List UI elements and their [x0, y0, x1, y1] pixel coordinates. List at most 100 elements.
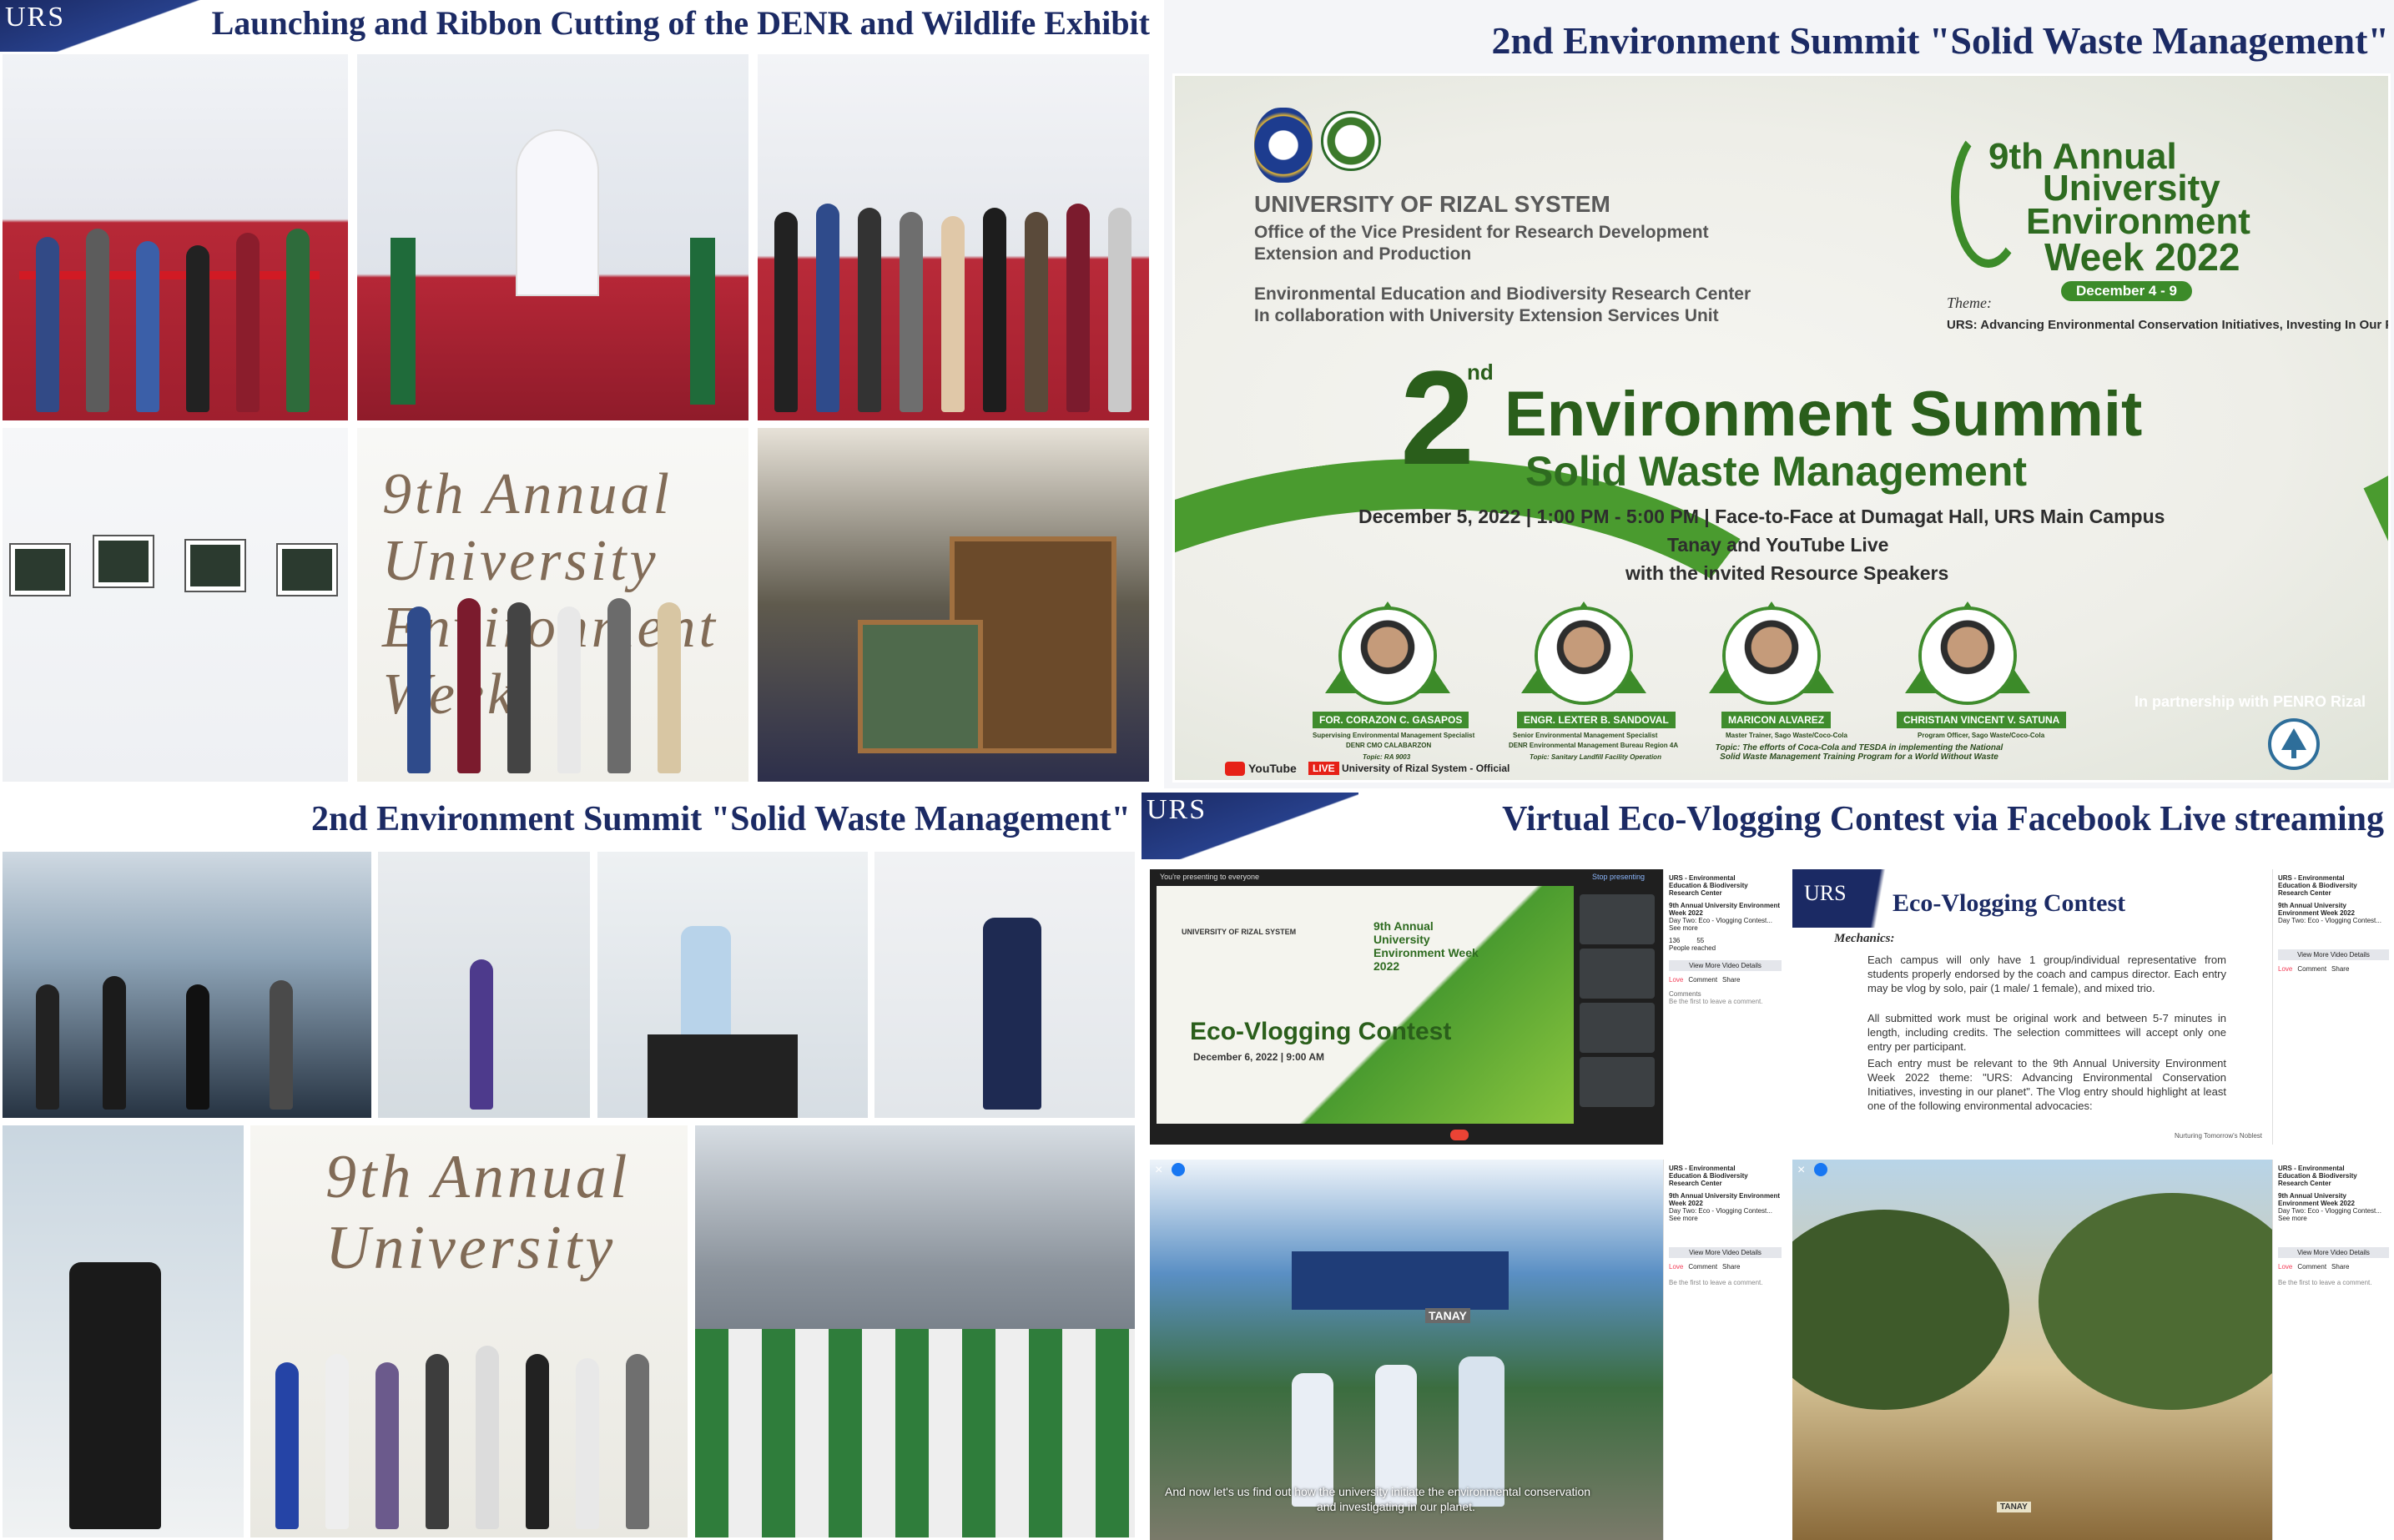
participant-tile[interactable]	[1580, 894, 1655, 944]
urs-logo-text: URS	[5, 2, 66, 33]
fb-see-more[interactable]: See more	[2278, 1215, 2389, 1222]
fb-page-name[interactable]: URS - Environmental Education & Biodiver…	[1669, 1165, 1761, 1187]
person-figure	[286, 229, 310, 412]
person-figure	[86, 229, 109, 412]
person-figure	[186, 245, 209, 412]
fb-share-button[interactable]: Share	[2331, 1263, 2349, 1271]
fb-post-sub: Day Two: Eco - Vlogging Contest...	[1669, 1207, 1772, 1215]
person-figure	[69, 1262, 161, 1529]
fb-share-button[interactable]: Share	[2331, 965, 2349, 973]
slide-brand: URS	[1804, 881, 1847, 905]
photo-audience-hall	[693, 1123, 1137, 1540]
speaker-name: MARICON ALVAREZ	[1721, 712, 1832, 728]
fb-stats: 136 55	[1669, 937, 1782, 944]
office-line-2: Extension and Production	[1254, 244, 1472, 264]
photo-speaker-mic	[872, 849, 1137, 1120]
fb-comment-button[interactable]: Comment	[2297, 965, 2326, 973]
fb-share-button[interactable]: Share	[1722, 976, 1740, 984]
fb-share-button[interactable]: Share	[1722, 1263, 1740, 1271]
fb-panel-4: URS - Environmental Education & Biodiver…	[2272, 1160, 2394, 1540]
participant-tile[interactable]	[1580, 1003, 1655, 1053]
person-figure	[426, 1354, 449, 1529]
fb-view-more-button[interactable]: View More Video Details	[1669, 1247, 1782, 1258]
photo-annual-backdrop: 9th Annual University Environment Week	[355, 425, 751, 784]
penro-seal-icon	[2268, 718, 2320, 770]
fb-page-name[interactable]: URS - Environmental Education & Biodiver…	[1669, 874, 1761, 897]
fb-love-button[interactable]: Love	[1669, 976, 1683, 984]
fb-comments-label: Comments	[1669, 990, 1701, 998]
fb-actions: Love Comment Share	[1669, 976, 1782, 984]
fb-first-comment: Be the first to leave a comment.	[1669, 1279, 1763, 1286]
tree-icon	[2281, 728, 2306, 758]
ordinal-number: 2	[1400, 343, 1474, 492]
speaker-role: Program Officer, Sago Waste/Coco-Cola	[1918, 732, 2045, 739]
tent-sign: TANAY	[1425, 1308, 1470, 1323]
fb-comment-button[interactable]: Comment	[1688, 976, 1717, 984]
quadrant-title: Launching and Ribbon Cutting of the DENR…	[211, 4, 1150, 42]
fb-view-more-button[interactable]: View More Video Details	[2278, 1247, 2389, 1258]
ordinal-suffix: nd	[1467, 360, 1494, 385]
header-bar: 2nd Environment Summit "Solid Waste Mana…	[0, 793, 1139, 849]
header-bar: URS Launching and Ribbon Cutting of the …	[0, 0, 1160, 58]
podium	[648, 1034, 798, 1118]
fb-view-more-button[interactable]: View More Video Details	[1669, 960, 1782, 971]
slide-univ: UNIVERSITY OF RIZAL SYSTEM	[1182, 928, 1297, 936]
participant-tile[interactable]	[1580, 949, 1655, 999]
speaker-name: ENGR. LEXTER B. SANDOVAL	[1517, 712, 1676, 728]
person-figure	[607, 598, 631, 773]
speaker-photo	[1726, 610, 1817, 702]
fb-see-more[interactable]: See more	[1669, 924, 1782, 932]
easel-frame	[11, 545, 69, 595]
fb-post-sub: Day Two: Eco - Vlogging Contest...	[2278, 917, 2381, 924]
fb-comment-button[interactable]: Comment	[1688, 1263, 1717, 1271]
photo-students-table	[0, 849, 374, 1120]
fb-love-button[interactable]: Love	[1669, 1263, 1683, 1271]
person-figure	[36, 984, 59, 1110]
fb-see-more[interactable]: See more	[1669, 1215, 1782, 1222]
fb-love-button[interactable]: Love	[2278, 1263, 2292, 1271]
shared-slide: UNIVERSITY OF RIZAL SYSTEM 9th Annual Un…	[1157, 886, 1574, 1124]
fb-page-name[interactable]: URS - Environmental Education & Biodiver…	[2278, 1165, 2370, 1187]
speaker-topic: Topic: RA 9003	[1363, 753, 1411, 761]
backdrop-lettering: 9th Annual University	[325, 1143, 631, 1282]
fb-panel-3: URS - Environmental Education & Biodiver…	[1663, 1160, 1787, 1540]
fb-page-name[interactable]: URS - Environmental Education & Biodiver…	[2278, 874, 2370, 897]
video-player-1[interactable]: × TANAY And now let's us find out how th…	[1150, 1160, 1663, 1540]
fb-panel-2: URS - Environmental Education & Biodiver…	[2272, 869, 2394, 1145]
close-icon[interactable]: ×	[1797, 1163, 1805, 1178]
person-figure	[136, 241, 159, 412]
live-badge: LIVE	[1308, 762, 1339, 775]
close-icon[interactable]: ×	[1155, 1163, 1162, 1178]
quadrant-title: 2nd Environment Summit "Solid Waste Mana…	[310, 800, 1131, 838]
presenting-notice: You're presenting to everyone	[1160, 873, 1259, 881]
person-figure	[858, 208, 881, 412]
fb-view-more-button[interactable]: View More Video Details	[2278, 949, 2389, 960]
person-figure	[526, 1354, 549, 1529]
slide-mechanics-label: Mechanics:	[1834, 932, 1895, 945]
person-figure	[325, 1354, 349, 1529]
person-figure	[658, 602, 681, 773]
person-figure	[1108, 208, 1131, 412]
person-figure	[375, 1362, 399, 1529]
shared-topic: Topic: The efforts of Coca-Cola and TESD…	[1715, 743, 2003, 762]
person-figure	[900, 212, 923, 412]
person-figure	[1459, 1356, 1504, 1507]
photo-exhibit-hall	[355, 52, 751, 423]
slide-footer: Nurturing Tomorrow's Noblest	[2175, 1132, 2262, 1140]
fb-comment-button[interactable]: Comment	[2297, 1263, 2326, 1271]
easel-frame	[278, 545, 336, 595]
stop-presenting-button[interactable]: Stop presenting	[1592, 873, 1645, 881]
header-bar: URS Virtual Eco-Vlogging Contest via Fac…	[1142, 793, 2394, 868]
speaker-name: CHRISTIAN VINCENT V. SATUNA	[1897, 712, 2067, 728]
participant-tile[interactable]	[1580, 1057, 1655, 1107]
center-line-1: Environmental Education and Biodiversity…	[1254, 284, 1751, 304]
fb-actions: Love Comment Share	[1669, 1263, 1782, 1271]
fb-love-button[interactable]: Love	[2278, 965, 2292, 973]
mechanics-slide: URS Eco-Vlogging Contest Mechanics: Each…	[1792, 869, 2272, 1145]
header-bar: 2nd Environment Summit "Solid Waste Mana…	[1164, 0, 2394, 71]
video-player-2[interactable]: × TANAY	[1792, 1160, 2272, 1540]
end-call-icon[interactable]	[1450, 1130, 1469, 1140]
office-line-1: Office of the Vice President for Researc…	[1254, 223, 1709, 242]
photo-display-cases	[755, 425, 1152, 784]
audience-tables	[695, 1329, 1135, 1537]
